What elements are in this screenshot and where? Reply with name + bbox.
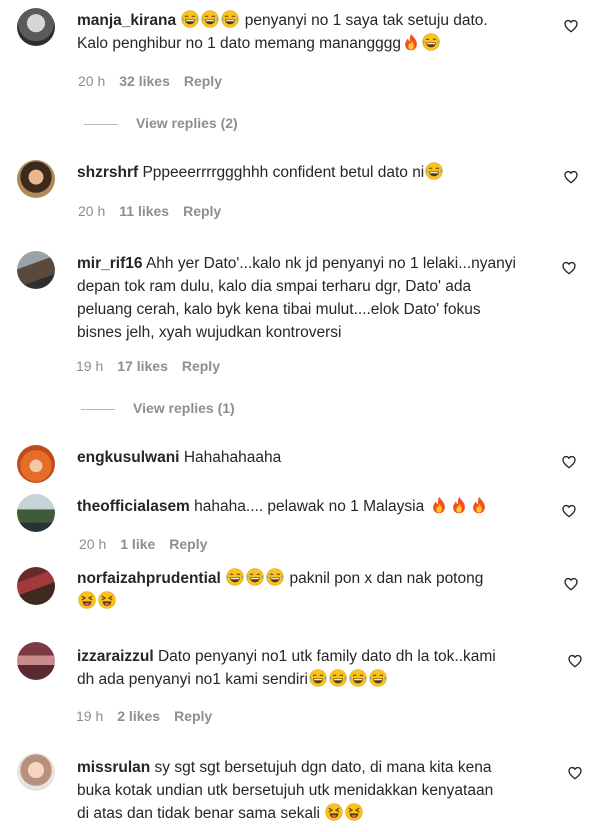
comment-meta: 20 h 11 likes Reply bbox=[78, 203, 235, 219]
comment-meta: 20 h 1 like Reply bbox=[79, 536, 221, 552]
laugh-emoji-icon bbox=[246, 568, 264, 586]
laugh-emoji-icon bbox=[226, 568, 244, 586]
reply-button[interactable]: Reply bbox=[174, 708, 212, 724]
avatar[interactable] bbox=[17, 642, 55, 680]
heart-icon[interactable] bbox=[563, 576, 579, 592]
avatar[interactable] bbox=[17, 753, 55, 791]
username[interactable]: shzrshrf bbox=[77, 164, 138, 181]
laugh-emoji-icon bbox=[266, 568, 284, 586]
laugh-emoji-icon bbox=[329, 669, 347, 687]
heart-icon[interactable] bbox=[563, 169, 579, 185]
comment-text: Pppeeerrrrggghhh confident betul dato ni bbox=[142, 164, 425, 181]
comment-text: Ahh yer Dato'...kalo nk jd penyanyi no 1… bbox=[145, 255, 516, 272]
heart-icon[interactable] bbox=[567, 653, 583, 669]
laugh-emoji-icon bbox=[221, 10, 239, 28]
heart-icon[interactable] bbox=[563, 18, 579, 34]
comment-body: norfaizahprudential paknil pon x dan nak… bbox=[77, 567, 537, 613]
likes-count[interactable]: 11 likes bbox=[119, 203, 169, 219]
likes-count[interactable]: 1 like bbox=[120, 536, 155, 552]
timestamp: 19 h bbox=[76, 708, 104, 724]
timestamp: 20 h bbox=[78, 73, 106, 89]
fire-emoji-icon bbox=[402, 33, 420, 51]
comment-body: shzrshrf Pppeeerrrrggghhh confident betu… bbox=[77, 161, 537, 184]
divider bbox=[84, 123, 118, 125]
comment-text-line: di atas dan tidak benar sama sekali bbox=[77, 805, 325, 822]
comment-text: sy sgt sgt bersetujuh dgn dato, di mana … bbox=[154, 759, 492, 776]
timestamp: 20 h bbox=[78, 203, 106, 219]
comment-meta: 19 h 2 likes Reply bbox=[76, 708, 226, 724]
comment-text-line: dh ada penyanyi no1 kami sendiri bbox=[77, 671, 308, 688]
username[interactable]: missrulan bbox=[77, 759, 150, 776]
timestamp: 19 h bbox=[76, 358, 104, 374]
comment-meta: 20 h 32 likes Reply bbox=[78, 73, 236, 89]
comment-text-line: depan tok ram dulu, kalo dia smpai terha… bbox=[77, 278, 472, 295]
comment-text-line: bisnes jelh, xyah wujudkan kontroversi bbox=[77, 324, 342, 341]
avatar[interactable] bbox=[17, 445, 55, 483]
comment-body: engkusulwani Hahahahaaha bbox=[77, 446, 537, 469]
avatar[interactable] bbox=[17, 251, 55, 289]
reply-button[interactable]: Reply bbox=[183, 203, 221, 219]
reply-button[interactable]: Reply bbox=[169, 536, 207, 552]
heart-icon[interactable] bbox=[567, 765, 583, 781]
comment-text: penyanyi no 1 saya tak setuju dato. bbox=[244, 12, 488, 29]
laugh-emoji-icon bbox=[425, 162, 443, 180]
likes-count[interactable]: 17 likes bbox=[117, 358, 168, 374]
comment-text-line: peluang cerah, kalo byk kena tibai mulut… bbox=[77, 301, 481, 318]
comment-text: Dato penyanyi no1 utk family dato dh la … bbox=[157, 648, 496, 665]
username[interactable]: theofficialasem bbox=[77, 498, 190, 515]
fire-emoji-icon bbox=[470, 496, 488, 514]
username[interactable]: manja_kirana bbox=[77, 12, 176, 29]
laugh-emoji-icon bbox=[369, 669, 387, 687]
avatar[interactable] bbox=[17, 160, 55, 198]
squinting-emoji-icon bbox=[98, 591, 116, 609]
comment-text: Hahahahaaha bbox=[183, 449, 282, 466]
laugh-emoji-icon bbox=[309, 669, 327, 687]
likes-count[interactable]: 32 likes bbox=[119, 73, 170, 89]
laugh-emoji-icon bbox=[181, 10, 199, 28]
fire-emoji-icon bbox=[430, 496, 448, 514]
heart-icon[interactable] bbox=[561, 503, 577, 519]
fire-emoji-icon bbox=[450, 496, 468, 514]
squinting-emoji-icon bbox=[345, 803, 363, 821]
comment-body: mir_rif16 Ahh yer Dato'...kalo nk jd pen… bbox=[77, 252, 547, 344]
emoji-group bbox=[180, 12, 244, 29]
comment-body: missrulan sy sgt sgt bersetujuh dgn dato… bbox=[77, 756, 547, 825]
username[interactable]: izzaraizzul bbox=[77, 648, 154, 665]
comment-text: hahaha.... pelawak no 1 Malaysia bbox=[194, 498, 429, 515]
reply-button[interactable]: Reply bbox=[182, 358, 220, 374]
comment-body: theofficialasem hahaha.... pelawak no 1 … bbox=[77, 495, 537, 518]
username[interactable]: engkusulwani bbox=[77, 449, 180, 466]
view-replies-button[interactable]: View replies (2) bbox=[84, 115, 238, 131]
comment-text-line: buka kotak undian utk bersetujuh utk men… bbox=[77, 782, 494, 799]
avatar[interactable] bbox=[17, 494, 55, 532]
laugh-emoji-icon bbox=[349, 669, 367, 687]
comment-body: manja_kirana penyanyi no 1 saya tak setu… bbox=[77, 9, 537, 55]
heart-icon[interactable] bbox=[561, 260, 577, 276]
avatar[interactable] bbox=[17, 8, 55, 46]
laugh-emoji-icon bbox=[422, 33, 440, 51]
squinting-emoji-icon bbox=[325, 803, 343, 821]
view-replies-button[interactable]: View replies (1) bbox=[81, 400, 235, 416]
comment-body: izzaraizzul Dato penyanyi no1 utk family… bbox=[77, 645, 547, 691]
squinting-emoji-icon bbox=[78, 591, 96, 609]
comment-meta: 19 h 17 likes Reply bbox=[76, 358, 234, 374]
view-replies-label: View replies (1) bbox=[133, 400, 235, 416]
reply-button[interactable]: Reply bbox=[184, 73, 222, 89]
username[interactable]: mir_rif16 bbox=[77, 255, 142, 272]
timestamp: 20 h bbox=[79, 536, 107, 552]
heart-icon[interactable] bbox=[561, 454, 577, 470]
comment-text-line: Kalo penghibur no 1 dato memang mananggg… bbox=[77, 35, 402, 52]
divider bbox=[81, 408, 115, 410]
avatar[interactable] bbox=[17, 567, 55, 605]
comment-text: paknil pon x dan nak potong bbox=[289, 570, 484, 587]
likes-count[interactable]: 2 likes bbox=[117, 708, 160, 724]
laugh-emoji-icon bbox=[201, 10, 219, 28]
username[interactable]: norfaizahprudential bbox=[77, 570, 221, 587]
view-replies-label: View replies (2) bbox=[136, 115, 238, 131]
